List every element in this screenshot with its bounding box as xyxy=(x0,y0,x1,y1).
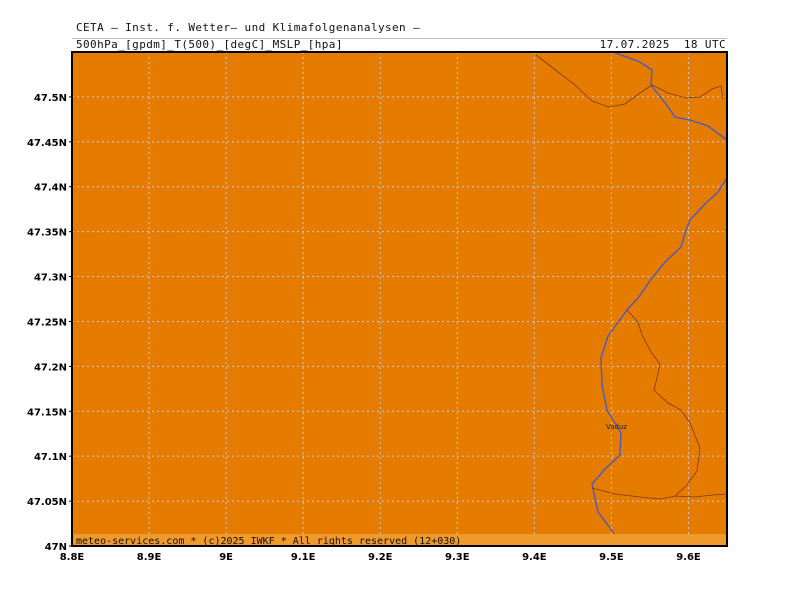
lat-tick-label: 47.15N xyxy=(27,407,67,418)
lat-tick-label: 47.2N xyxy=(34,362,67,373)
weather-map: Vaduz meteo-services.com * (c)2025 IWKF … xyxy=(27,51,728,563)
city-label-vaduz: Vaduz xyxy=(606,423,627,431)
lon-tick-label: 9.1E xyxy=(291,552,316,563)
lat-tick-label: 47.45N xyxy=(27,138,67,149)
lat-tick-label: 47.3N xyxy=(34,273,67,284)
lat-tick-label: 47.4N xyxy=(34,183,67,194)
lat-tick-label: 47.25N xyxy=(27,317,67,328)
lat-tick-label: 47.1N xyxy=(34,452,67,463)
longitude-axis: 8.8E 8.9E 9E 9.1E 9.2E 9.3E 9.4E 9.5E 9.6E xyxy=(60,552,701,563)
lat-tick-label: 47.5N xyxy=(34,93,67,104)
latitude-axis: 47N 47.05N 47.1N 47.15N 47.2N 47.25N 47.3N 47.3… xyxy=(27,93,72,553)
lon-tick-label: 9.4E xyxy=(522,552,547,563)
lon-tick-label: 9.3E xyxy=(445,552,470,563)
lat-tick-label: 47.05N xyxy=(27,497,67,508)
lat-tick-label: 47N xyxy=(45,542,67,553)
temperature-field xyxy=(72,52,727,546)
lon-tick-label: 9E xyxy=(219,552,233,563)
lon-tick-label: 9.2E xyxy=(368,552,393,563)
lat-tick-label: 47.35N xyxy=(27,228,67,239)
lon-tick-label: 9.5E xyxy=(599,552,624,563)
lon-tick-label: 8.8E xyxy=(60,552,85,563)
lon-tick-label: 8.9E xyxy=(137,552,162,563)
lon-tick-label: 9.6E xyxy=(676,552,701,563)
